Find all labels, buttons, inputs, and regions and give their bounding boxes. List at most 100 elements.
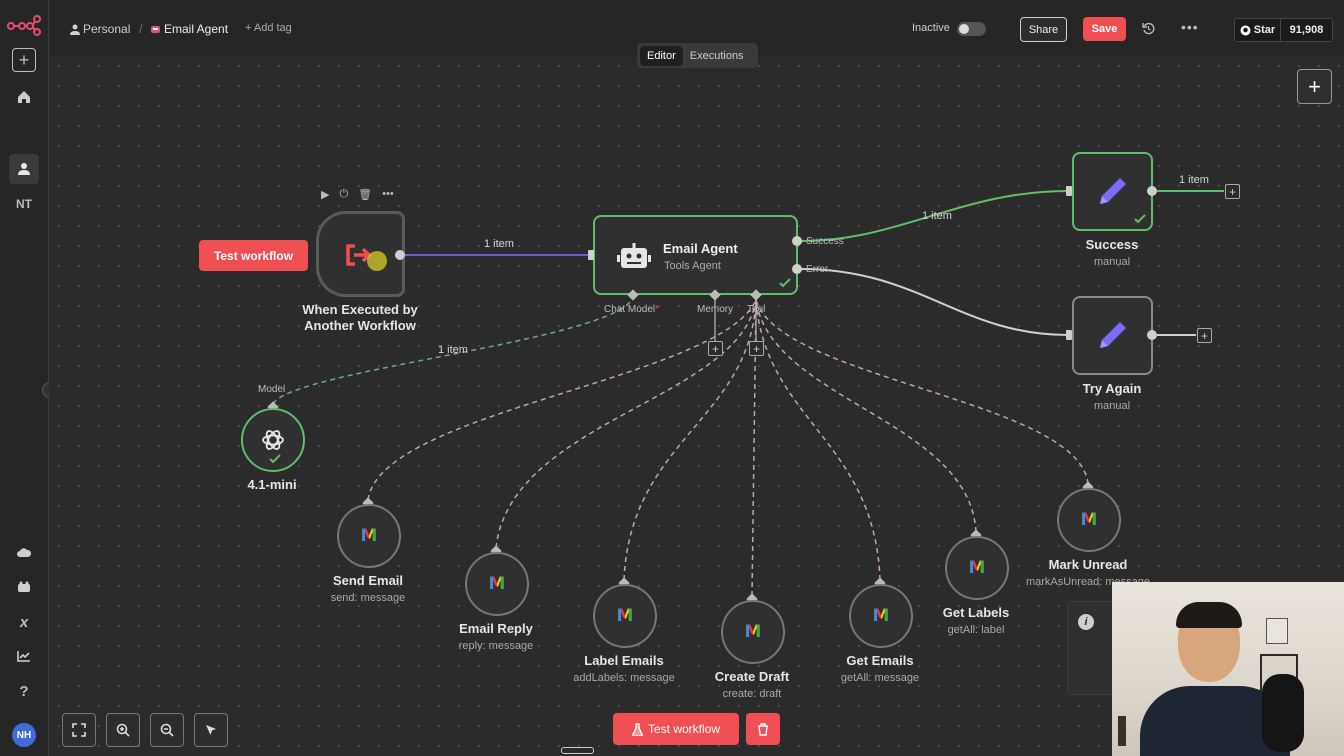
zoom-in-icon (116, 723, 130, 737)
agent-error-port[interactable] (792, 264, 802, 274)
tab-editor[interactable]: Editor (640, 45, 683, 66)
gmail-node[interactable]: M (337, 504, 401, 568)
tool-label: Tool (747, 304, 766, 315)
tool-title: Mark Unread (1048, 557, 1128, 572)
openai-icon (262, 430, 284, 450)
insights-icon[interactable] (9, 641, 39, 671)
save-button[interactable]: Save (1083, 17, 1126, 41)
model-node-title: 4.1-mini (247, 477, 297, 492)
agent-subtitle: Tools Agent (664, 260, 721, 272)
gmail-node[interactable]: M (593, 584, 657, 648)
editor-tabs: Editor Executions (637, 43, 758, 68)
edge-label-agent-success: 1 item (922, 210, 952, 222)
add-memory-button[interactable]: + (708, 341, 723, 356)
breadcrumb-separator: / (139, 22, 143, 36)
delete-icon[interactable]: 🗑 (358, 188, 372, 201)
home-icon[interactable] (9, 82, 39, 112)
trigger-output-port[interactable] (395, 250, 405, 260)
success-add-next-button[interactable]: + (1225, 184, 1240, 199)
gmail-node[interactable]: M (465, 552, 529, 616)
openai-model-node[interactable] (241, 408, 305, 472)
add-node-button[interactable]: + (1297, 69, 1332, 104)
zoom-out-button[interactable] (150, 713, 184, 747)
tool-subtitle: getAll: label (947, 624, 1005, 636)
active-toggle[interactable] (957, 22, 986, 36)
try-again-node-title: Try Again (1082, 381, 1142, 396)
tidy-up-button[interactable] (194, 713, 228, 747)
try-again-node-subtitle: manual (1093, 400, 1131, 412)
tool-title: Email Reply (459, 621, 533, 636)
left-sidebar: + NT x ? NH › (0, 0, 58, 756)
tool-subtitle: getAll: message (840, 672, 920, 684)
trigger-title-line2: Another Workflow (304, 318, 416, 333)
user-icon (70, 24, 80, 35)
active-status-label: Inactive (912, 22, 950, 34)
project-nt[interactable]: NT (9, 189, 39, 219)
more-options-icon[interactable]: ••• (1181, 19, 1199, 35)
email-agent-node[interactable]: Email Agent Tools Agent (593, 215, 798, 295)
try-again-add-next-button[interactable]: + (1197, 328, 1212, 343)
cloud-icon[interactable] (9, 538, 39, 568)
create-plus-icon[interactable]: + (12, 48, 36, 72)
success-check-icon (269, 454, 281, 464)
more-icon[interactable]: ••• (382, 188, 394, 201)
tool-title: Label Emails (584, 653, 664, 668)
user-avatar[interactable]: NH (12, 723, 36, 747)
success-node[interactable] (1072, 152, 1153, 231)
success-input-port[interactable] (1066, 186, 1072, 196)
edit-pencil-icon (1100, 178, 1126, 204)
add-tag-link[interactable]: + Add tag (245, 22, 292, 34)
edge-label-model-agent: 1 item (438, 344, 468, 356)
workflow-name[interactable]: Email Agent (164, 22, 228, 36)
power-icon[interactable]: ⏻ (339, 188, 348, 201)
help-icon[interactable]: ? (9, 676, 39, 706)
templates-icon[interactable] (9, 572, 39, 602)
history-icon[interactable] (1142, 22, 1155, 35)
tab-executions[interactable]: Executions (683, 46, 751, 66)
edge-label-trigger-agent: 1 item (484, 238, 514, 250)
github-star-count: 91,908 (1289, 24, 1324, 36)
n8n-logo-icon[interactable] (7, 14, 41, 36)
test-workflow-button[interactable]: Test workflow (199, 240, 308, 271)
agent-success-port[interactable] (792, 236, 802, 246)
success-node-title: Success (1085, 237, 1139, 252)
desk-lamp (1118, 716, 1126, 746)
success-node-subtitle: manual (1093, 256, 1131, 268)
workflow-bot-icon (151, 26, 160, 33)
flask-icon (632, 722, 643, 736)
webcam-overlay (1112, 582, 1344, 756)
agent-error-label: Error (806, 264, 829, 275)
info-icon: i (1078, 614, 1094, 630)
success-check-icon (1134, 214, 1146, 224)
agent-success-label: Success (806, 236, 844, 247)
fit-view-button[interactable] (62, 713, 96, 747)
fullscreen-icon (72, 723, 86, 737)
agent-title: Email Agent (663, 241, 738, 256)
github-star-button[interactable]: Star 91,908 (1234, 18, 1333, 42)
gmail-node[interactable]: M (721, 600, 785, 664)
zoom-in-button[interactable] (106, 713, 140, 747)
trigger-node[interactable] (316, 211, 405, 297)
try-again-input-port[interactable] (1066, 330, 1072, 340)
clear-execution-button[interactable] (746, 713, 780, 745)
try-again-output-port[interactable] (1147, 330, 1157, 340)
test-workflow-bottom-button[interactable]: Test workflow (613, 713, 739, 745)
tool-title: Get Labels (942, 605, 1010, 620)
tool-subtitle: send: message (330, 592, 406, 604)
agent-input-port[interactable] (588, 250, 594, 260)
try-again-node[interactable] (1072, 296, 1153, 375)
variables-icon[interactable]: x (9, 607, 39, 637)
gmail-icon: M (744, 622, 762, 642)
play-icon[interactable]: ▶ (321, 188, 329, 201)
success-check-icon (779, 278, 791, 288)
gmail-icon: M (616, 606, 634, 626)
test-workflow-bottom-label: Test workflow (647, 722, 721, 736)
required-marker: * (655, 304, 660, 315)
share-button[interactable]: Share (1020, 17, 1067, 42)
breadcrumb-owner[interactable]: Personal (83, 22, 130, 36)
personal-user-icon[interactable] (9, 154, 39, 184)
success-output-port[interactable] (1147, 186, 1157, 196)
gmail-node[interactable]: M (1057, 488, 1121, 552)
scroll-handle[interactable] (561, 747, 594, 754)
add-tool-button[interactable]: + (749, 341, 764, 356)
